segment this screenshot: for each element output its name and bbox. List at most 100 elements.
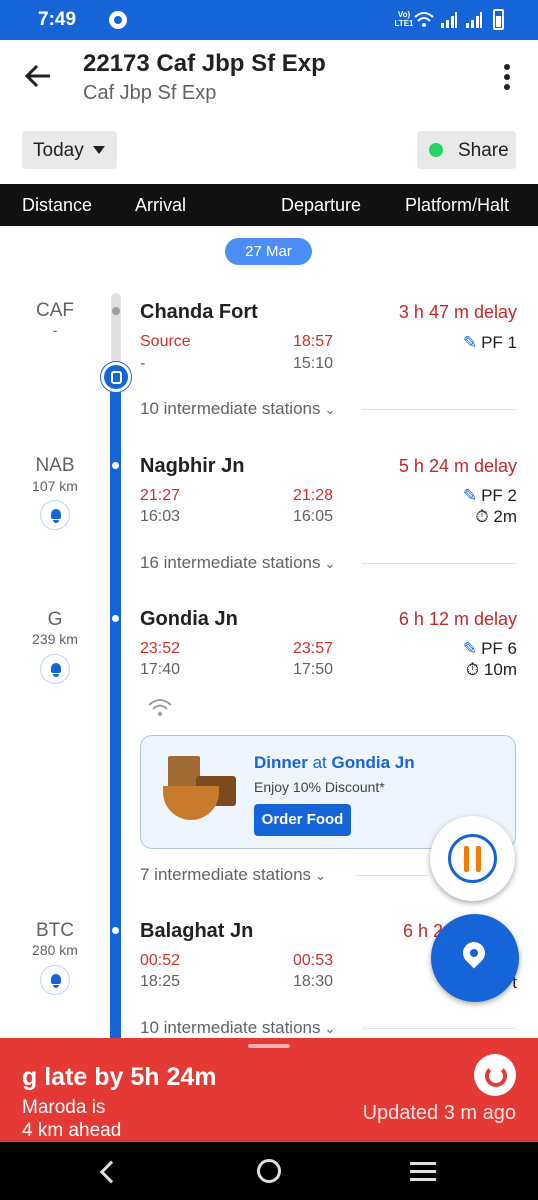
date-pill: 27 Mar [225,238,312,265]
station-name[interactable]: Balaghat Jn [140,920,253,943]
fork-icon [464,846,469,872]
station-name[interactable]: Gondia Jn [140,608,238,631]
timer-icon: ⏱ [475,507,489,526]
volte-indicator: Vo) LTE1 [394,10,414,28]
station-km: 107 km [32,478,78,494]
at-label: at [312,753,327,772]
arrival-scheduled: 17:40 [140,661,181,678]
spoon-icon [476,846,481,872]
station-code: NAB [35,455,75,476]
departure-actual: 21:28 [293,487,334,504]
arrival-actual: Source [140,333,191,350]
col-distance: Distance [22,195,93,215]
bell-icon[interactable] [40,654,70,684]
share-label: Share [458,140,509,161]
food-station: Gondia Jn [331,753,415,772]
arrival-actual: 23:52 [140,640,181,657]
platform-number: PF 2 [481,486,517,505]
halt-duration: 10m [483,660,517,679]
dropdown-caret-icon [93,146,105,154]
food-fab-button[interactable] [430,816,515,901]
timeline-node [112,927,119,934]
signal-1-icon [441,12,457,28]
bell-icon[interactable] [40,965,70,995]
platform-info[interactable]: ✎ PF 6 [463,639,517,659]
intermediate-label: 10 intermediate stations [140,399,321,418]
divider [356,875,428,876]
train-position-icon [101,362,131,392]
day-selector[interactable]: Today [22,131,117,169]
timeline-passed [111,293,121,365]
departure-scheduled: 18:30 [293,973,334,990]
departure-scheduled: 15:10 [293,355,334,372]
order-food-button[interactable]: Order Food [254,804,351,836]
intermediate-label: 16 intermediate stations [140,553,321,572]
back-arrow-icon[interactable] [24,62,52,98]
screen-record-icon [109,11,127,29]
station-name[interactable]: Chanda Fort [140,301,258,324]
divider [362,1028,517,1029]
intermediate-stations-toggle[interactable]: 7 intermediate stations ⌄ [140,865,326,885]
status-bar: 7:49 Vo) LTE1 [0,0,538,40]
share-button[interactable]: Share [417,131,516,169]
platform-info[interactable]: ✎ PF 2 [463,486,517,506]
intermediate-label: 10 intermediate stations [140,1018,321,1037]
food-offer-text: Enjoy 10% Discount* [254,779,385,795]
wifi-status-icon [414,12,434,27]
intermediate-stations-toggle[interactable]: 16 intermediate stations ⌄ [140,553,335,573]
column-header-bar: Distance Arrival Departure Platform/Halt [0,184,538,226]
timeline-node [112,615,119,622]
divider [362,409,517,410]
edit-pencil-icon: ✎ [462,486,478,505]
intermediate-stations-toggle[interactable]: 10 intermediate stations ⌄ [140,399,335,419]
arrival-actual: 00:52 [140,952,181,969]
departure-actual: 18:57 [293,333,334,350]
departure-actual: 00:53 [293,952,334,969]
food-image-bowl [163,786,219,820]
updated-time: Updated 3 m ago [362,1102,516,1124]
station-delay: 5 h 24 m delay [398,456,517,476]
arrival-scheduled: 16:03 [140,508,181,525]
station-name[interactable]: Nagbhir Jn [140,455,244,478]
arrival-scheduled: 18:25 [140,973,181,990]
nav-recents-icon[interactable] [410,1162,436,1186]
timeline-node [112,307,120,315]
platform-info[interactable]: ✎ PF 1 [463,333,517,353]
station-km: 280 km [32,942,78,958]
nav-home-icon[interactable] [257,1159,281,1183]
station-delay: 3 h 47 m delay [398,302,517,322]
station-code: G [47,609,63,630]
station-km: - [52,322,58,338]
col-platform-halt: Platform/Halt [405,195,510,215]
live-status-panel[interactable]: g late by 5h 24m Maroda is 4 km ahead Up… [0,1038,538,1142]
halt-info: ⏱ 10m [466,660,517,680]
battery-icon [493,9,504,30]
halt-duration: 2m [493,507,517,526]
refresh-icon[interactable] [474,1054,516,1096]
intermediate-label: 7 intermediate stations [140,865,312,884]
train-title: 22173 Caf Jbp Sf Exp [83,50,326,77]
bell-icon[interactable] [40,500,70,530]
station-km: 239 km [32,631,78,647]
more-vert-icon[interactable] [500,64,514,90]
late-status-text: g late by 5h 24m [22,1063,217,1091]
status-time: 7:49 [38,9,77,30]
intermediate-stations-toggle[interactable]: 10 intermediate stations ⌄ [140,1018,335,1038]
drag-handle[interactable] [248,1044,290,1048]
divider [362,563,517,564]
platform-number: PF 6 [481,639,517,658]
food-card-title: Dinner at Gondia Jn [254,753,415,773]
station-code: CAF [36,300,74,321]
departure-actual: 23:57 [293,640,334,657]
col-departure: Departure [281,195,362,215]
timeline-upcoming [110,378,121,1058]
signal-2-icon [466,12,482,28]
halt-info: ⏱ 2m [475,507,517,527]
edit-pencil-icon: ✎ [462,333,478,352]
wifi-icon [148,699,172,716]
departure-scheduled: 17:50 [293,661,334,678]
nav-back-icon[interactable] [99,1160,123,1184]
chevron-down-icon: ⌄ [324,1021,336,1036]
platform-number: PF 1 [481,333,517,352]
live-location-fab[interactable] [431,914,519,1002]
